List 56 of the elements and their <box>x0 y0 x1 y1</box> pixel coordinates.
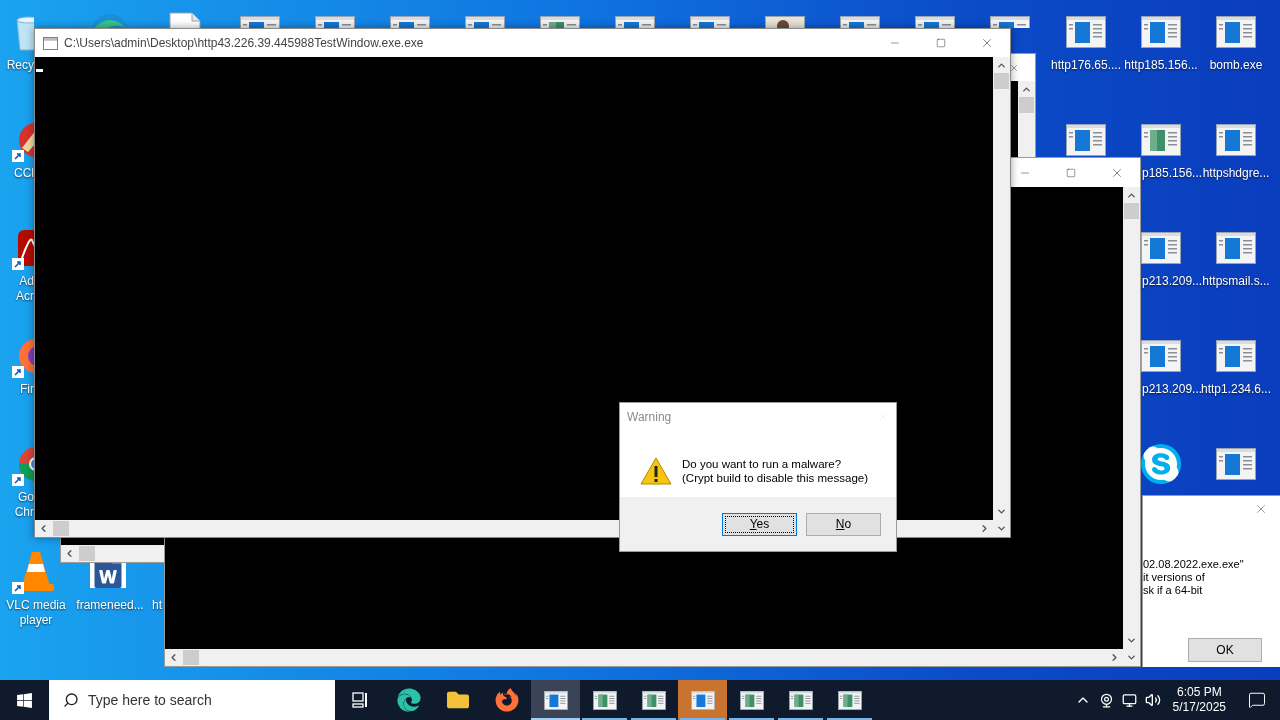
search-icon <box>63 692 79 708</box>
warning-icon <box>640 456 672 486</box>
vertical-scrollbar[interactable] <box>993 57 1010 520</box>
dialog-message: (Crypt build to disable this message) <box>682 471 868 485</box>
desktop-icon-label[interactable]: p213.209... <box>1142 274 1203 289</box>
running-indicator <box>531 718 580 720</box>
folder-icon <box>445 689 470 711</box>
running-indicator <box>827 718 872 720</box>
firefox-icon <box>494 688 519 712</box>
console-app-icon <box>43 36 58 50</box>
window-picture-icon <box>837 690 862 710</box>
running-indicator <box>729 718 774 720</box>
window-picture-icon <box>641 690 666 710</box>
clock[interactable]: 6:05 PM 5/17/2025 <box>1164 685 1234 715</box>
running-indicator <box>680 718 725 720</box>
scrollbar-thumb[interactable] <box>53 521 69 536</box>
task-view-icon <box>349 690 370 710</box>
edge-icon <box>396 688 421 712</box>
message-text: 02.08.2022.exe.exe" <box>1143 558 1245 571</box>
window-picture-icon <box>739 690 764 710</box>
vertical-scrollbar[interactable] <box>1123 187 1140 649</box>
scrollbar-thumb[interactable] <box>79 546 95 561</box>
scrollbar-thumb[interactable] <box>994 73 1009 89</box>
close-icon[interactable] <box>1254 502 1268 516</box>
desktop-icon-label[interactable]: p185.156... <box>1142 166 1203 181</box>
webcam-icon[interactable] <box>1098 692 1114 708</box>
notifications-icon[interactable] <box>1248 691 1266 709</box>
window-picture-icon <box>788 690 813 710</box>
message-text: it versions of <box>1143 571 1206 584</box>
running-indicator <box>582 718 627 720</box>
volume-icon[interactable] <box>1144 692 1161 708</box>
message-text: sk if a 64-bit <box>1143 584 1204 597</box>
dialog-button[interactable]: No <box>806 512 881 536</box>
close-icon <box>1009 62 1019 73</box>
taskbar-button[interactable] <box>531 680 580 720</box>
horizontal-scrollbar[interactable] <box>61 545 164 562</box>
scrollbar-thumb[interactable] <box>183 650 199 665</box>
window-icon <box>690 690 715 710</box>
windows-logo-icon <box>16 691 33 709</box>
close-icon <box>980 36 994 50</box>
dialog-button[interactable]: Yes <box>722 512 797 536</box>
dialog-title: Warning <box>627 409 672 426</box>
ok-button[interactable]: OK <box>1188 638 1262 662</box>
window-title: C:\Users\admin\Desktop\http43.226.39.445988TestWindow.exe.exe <box>64 35 424 52</box>
maximize-icon <box>1066 167 1076 178</box>
window-icon <box>543 690 568 710</box>
maximize-icon <box>936 38 946 48</box>
window-picture-icon <box>592 690 617 710</box>
search-field[interactable]: Type here to search <box>49 680 335 720</box>
running-indicator <box>631 718 676 720</box>
vertical-scrollbar[interactable] <box>1018 81 1035 157</box>
running-indicator <box>778 718 823 720</box>
dialog-message: Do you want to run a malware? <box>682 457 843 471</box>
horizontal-scrollbar[interactable] <box>165 649 1123 666</box>
scrollbar-thumb[interactable] <box>1019 97 1034 113</box>
scrollbar-thumb[interactable] <box>1124 203 1139 219</box>
